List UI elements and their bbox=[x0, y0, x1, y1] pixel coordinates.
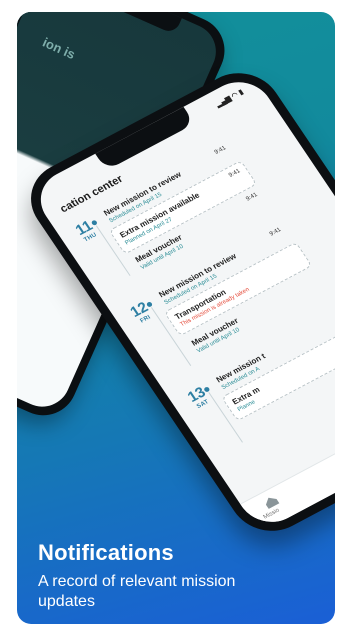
caption-block: Notifications A record of relevant missi… bbox=[38, 540, 268, 612]
status-bar-icons: ▂▄▆ ◠ ▮ bbox=[214, 88, 245, 109]
promo-card: ion is ▂▄▆ ◠ ▮ cation center 11 THU New … bbox=[17, 12, 335, 624]
back-phone-promo-text: ion is bbox=[40, 34, 78, 63]
tab-missions-label[interactable]: Missio bbox=[262, 508, 280, 521]
caption-subtitle: A record of relevant mission updates bbox=[38, 573, 236, 610]
caption-title: Notifications bbox=[38, 540, 174, 565]
